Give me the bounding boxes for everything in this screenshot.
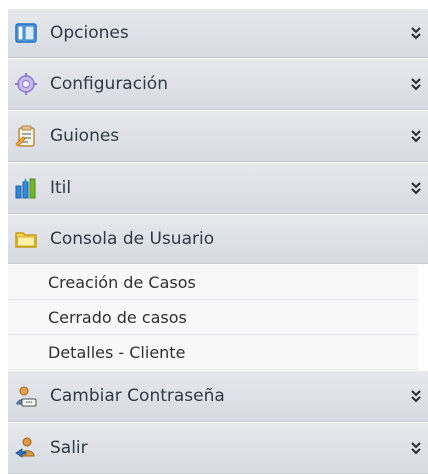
submenu-item-detalles-cliente[interactable]: Detalles - Cliente bbox=[8, 335, 418, 370]
menu-header-consola-de-usuario[interactable]: Consola de Usuario bbox=[8, 214, 428, 264]
chevron-down-icon bbox=[411, 130, 421, 143]
user-password-icon: *** bbox=[16, 386, 37, 407]
menu-header-label: Configuración bbox=[50, 74, 168, 94]
submenu-item-cerrado-de-casos[interactable]: Cerrado de casos bbox=[8, 300, 418, 335]
menu-header-cambiar-contrasena[interactable]: *** Cambiar Contraseña bbox=[8, 370, 428, 422]
submenu-item-label: Detalles - Cliente bbox=[48, 342, 186, 362]
menu-header-itil[interactable]: Itil bbox=[8, 162, 428, 214]
navigation-menu: Opciones Configuración Guiones Itil Cons… bbox=[0, 0, 428, 474]
menu-header-configuracion[interactable]: Configuración bbox=[8, 58, 428, 110]
menu-header-guiones[interactable]: Guiones bbox=[8, 110, 428, 162]
bar-chart-icon bbox=[15, 178, 36, 199]
menu-header-label: Cambiar Contraseña bbox=[50, 386, 225, 406]
submenu-item-creacion-de-casos[interactable]: Creación de Casos bbox=[8, 265, 418, 300]
gear-icon bbox=[15, 73, 37, 95]
svg-text:***: *** bbox=[25, 401, 33, 407]
exit-user-icon bbox=[15, 437, 35, 458]
menu-header-label: Salir bbox=[50, 438, 88, 458]
submenu-item-label: Cerrado de casos bbox=[48, 307, 187, 327]
chevron-down-icon bbox=[411, 78, 421, 91]
chevron-down-icon bbox=[411, 390, 421, 403]
folder-icon bbox=[15, 232, 37, 248]
menu-header-label: Opciones bbox=[50, 23, 129, 43]
menu-header-salir[interactable]: Salir bbox=[8, 422, 428, 474]
panel-icon bbox=[15, 23, 37, 43]
menu-header-opciones[interactable]: Opciones bbox=[8, 8, 428, 58]
chevron-down-icon bbox=[411, 27, 421, 40]
menu-header-label: Itil bbox=[50, 178, 72, 198]
menu-header-label: Guiones bbox=[50, 126, 120, 146]
chevron-down-icon bbox=[411, 442, 421, 455]
menu-header-label: Consola de Usuario bbox=[50, 229, 215, 249]
submenu-item-label: Creación de Casos bbox=[48, 272, 196, 292]
clipboard-icon bbox=[15, 125, 35, 147]
chevron-down-icon bbox=[411, 182, 421, 195]
